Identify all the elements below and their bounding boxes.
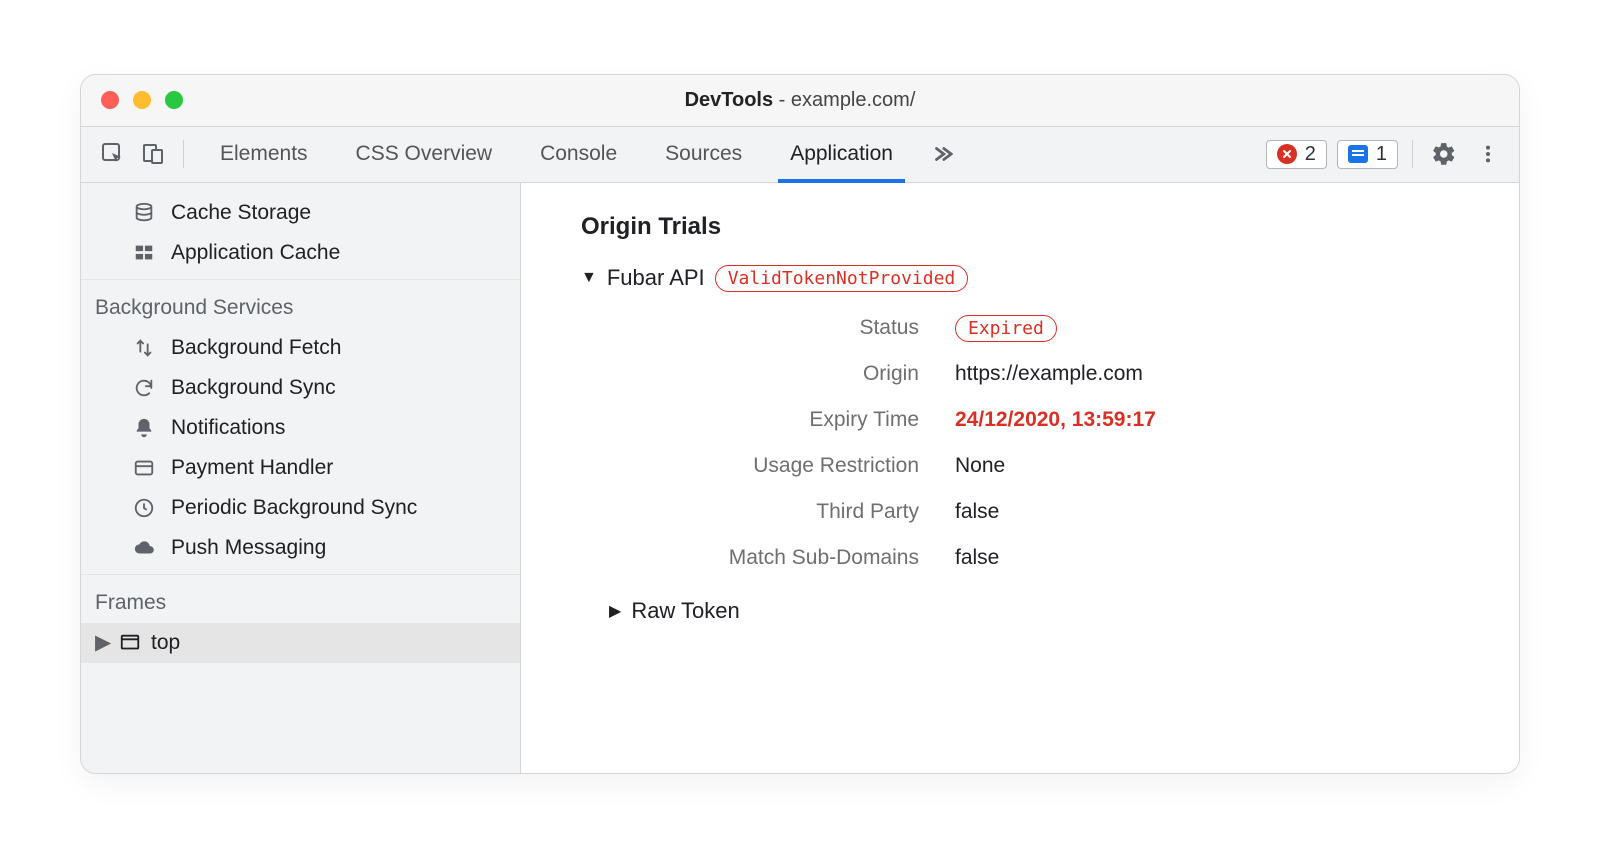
more-tabs-icon[interactable] xyxy=(921,143,963,165)
toolbar-divider xyxy=(1412,140,1413,168)
more-options-icon[interactable] xyxy=(1471,137,1505,171)
settings-gear-icon[interactable] xyxy=(1427,137,1461,171)
status-badge: Expired xyxy=(955,315,1057,342)
errors-badge[interactable]: 2 xyxy=(1266,140,1327,169)
field-label-expiry: Expiry Time xyxy=(609,408,919,432)
error-icon xyxy=(1277,144,1297,164)
tab-elements[interactable]: Elements xyxy=(196,127,332,182)
field-label-match-subdomains: Match Sub-Domains xyxy=(609,546,919,570)
field-value-expiry: 24/12/2020, 13:59:17 xyxy=(955,408,1459,432)
clock-icon xyxy=(131,495,157,521)
toggle-device-toolbar-icon[interactable] xyxy=(135,136,171,172)
inspect-element-icon[interactable] xyxy=(95,136,131,172)
field-value-usage-restriction: None xyxy=(955,454,1459,478)
sidebar-item-periodic-background-sync[interactable]: Periodic Background Sync xyxy=(81,488,520,528)
credit-card-icon xyxy=(131,455,157,481)
bell-icon xyxy=(131,415,157,441)
traffic-lights xyxy=(101,91,183,109)
sidebar-item-cache-storage[interactable]: Cache Storage xyxy=(81,193,520,233)
sidebar-item-push-messaging[interactable]: Push Messaging xyxy=(81,528,520,568)
window-titlebar: DevTools - example.com/ xyxy=(81,75,1519,127)
field-label-status: Status xyxy=(609,316,919,340)
sidebar-item-label: Background Fetch xyxy=(171,334,341,362)
close-window-button[interactable] xyxy=(101,91,119,109)
grid-icon xyxy=(131,240,157,266)
origin-trial-name: Fubar API xyxy=(607,265,705,291)
chevron-right-icon: ▶ xyxy=(95,629,109,657)
sidebar-item-application-cache[interactable]: Application Cache xyxy=(81,233,520,273)
transfer-icon xyxy=(131,335,157,361)
cloud-icon xyxy=(131,535,157,561)
sidebar-item-background-fetch[interactable]: Background Fetch xyxy=(81,328,520,368)
messages-count: 1 xyxy=(1376,143,1387,166)
sidebar-item-payment-handler[interactable]: Payment Handler xyxy=(81,448,520,488)
sidebar-item-label: Application Cache xyxy=(171,239,340,267)
field-value-match-subdomains: false xyxy=(955,546,1459,570)
devtools-window: DevTools - example.com/ Elements CSS Ove… xyxy=(80,74,1520,774)
origin-trial-details: Status Expired Origin https://example.co… xyxy=(609,316,1459,570)
panel-tabs: Elements CSS Overview Console Sources Ap… xyxy=(196,127,917,182)
messages-badge[interactable]: 1 xyxy=(1337,140,1398,169)
tab-sources[interactable]: Sources xyxy=(641,127,766,182)
application-sidebar: Cache Storage Application Cache Backgrou… xyxy=(81,183,521,773)
sidebar-item-label: Push Messaging xyxy=(171,534,326,562)
minimize-window-button[interactable] xyxy=(133,91,151,109)
tab-application[interactable]: Application xyxy=(766,127,917,182)
tab-console[interactable]: Console xyxy=(516,127,641,182)
sidebar-heading-frames: Frames xyxy=(81,581,520,623)
token-status-badge: ValidTokenNotProvided xyxy=(715,265,969,292)
field-label-origin: Origin xyxy=(609,362,919,386)
errors-count: 2 xyxy=(1305,143,1316,166)
field-value-status: Expired xyxy=(955,316,1459,340)
sidebar-item-label: Payment Handler xyxy=(171,454,333,482)
origin-trial-row[interactable]: ▼ Fubar API ValidTokenNotProvided xyxy=(581,265,1459,292)
sidebar-heading-background-services: Background Services xyxy=(81,286,520,328)
origin-trials-panel: Origin Trials ▼ Fubar API ValidTokenNotP… xyxy=(521,183,1519,773)
database-icon xyxy=(131,200,157,226)
raw-token-label: Raw Token xyxy=(631,598,739,624)
frame-icon xyxy=(119,632,141,654)
tab-css-overview[interactable]: CSS Overview xyxy=(332,127,517,182)
devtools-toolbar: Elements CSS Overview Console Sources Ap… xyxy=(81,127,1519,183)
field-label-usage-restriction: Usage Restriction xyxy=(609,454,919,478)
field-label-third-party: Third Party xyxy=(609,500,919,524)
sidebar-item-label: Cache Storage xyxy=(171,199,311,227)
zoom-window-button[interactable] xyxy=(165,91,183,109)
sidebar-item-background-sync[interactable]: Background Sync xyxy=(81,368,520,408)
sidebar-item-notifications[interactable]: Notifications xyxy=(81,408,520,448)
chevron-down-icon: ▼ xyxy=(581,269,597,287)
panel-title: Origin Trials xyxy=(581,213,1459,241)
chevron-right-icon: ▶ xyxy=(609,601,621,621)
sync-icon xyxy=(131,375,157,401)
raw-token-row[interactable]: ▶ Raw Token xyxy=(609,598,1459,624)
sidebar-item-label: Notifications xyxy=(171,414,285,442)
sidebar-item-label: Background Sync xyxy=(171,374,336,402)
sidebar-item-label: Periodic Background Sync xyxy=(171,494,417,522)
message-icon xyxy=(1348,145,1368,163)
field-value-origin: https://example.com xyxy=(955,362,1459,386)
window-title: DevTools - example.com/ xyxy=(81,89,1519,112)
sidebar-item-frame-top[interactable]: ▶ top xyxy=(81,623,520,663)
toolbar-divider xyxy=(183,140,184,168)
field-value-third-party: false xyxy=(955,500,1459,524)
sidebar-item-label: top xyxy=(151,629,180,657)
